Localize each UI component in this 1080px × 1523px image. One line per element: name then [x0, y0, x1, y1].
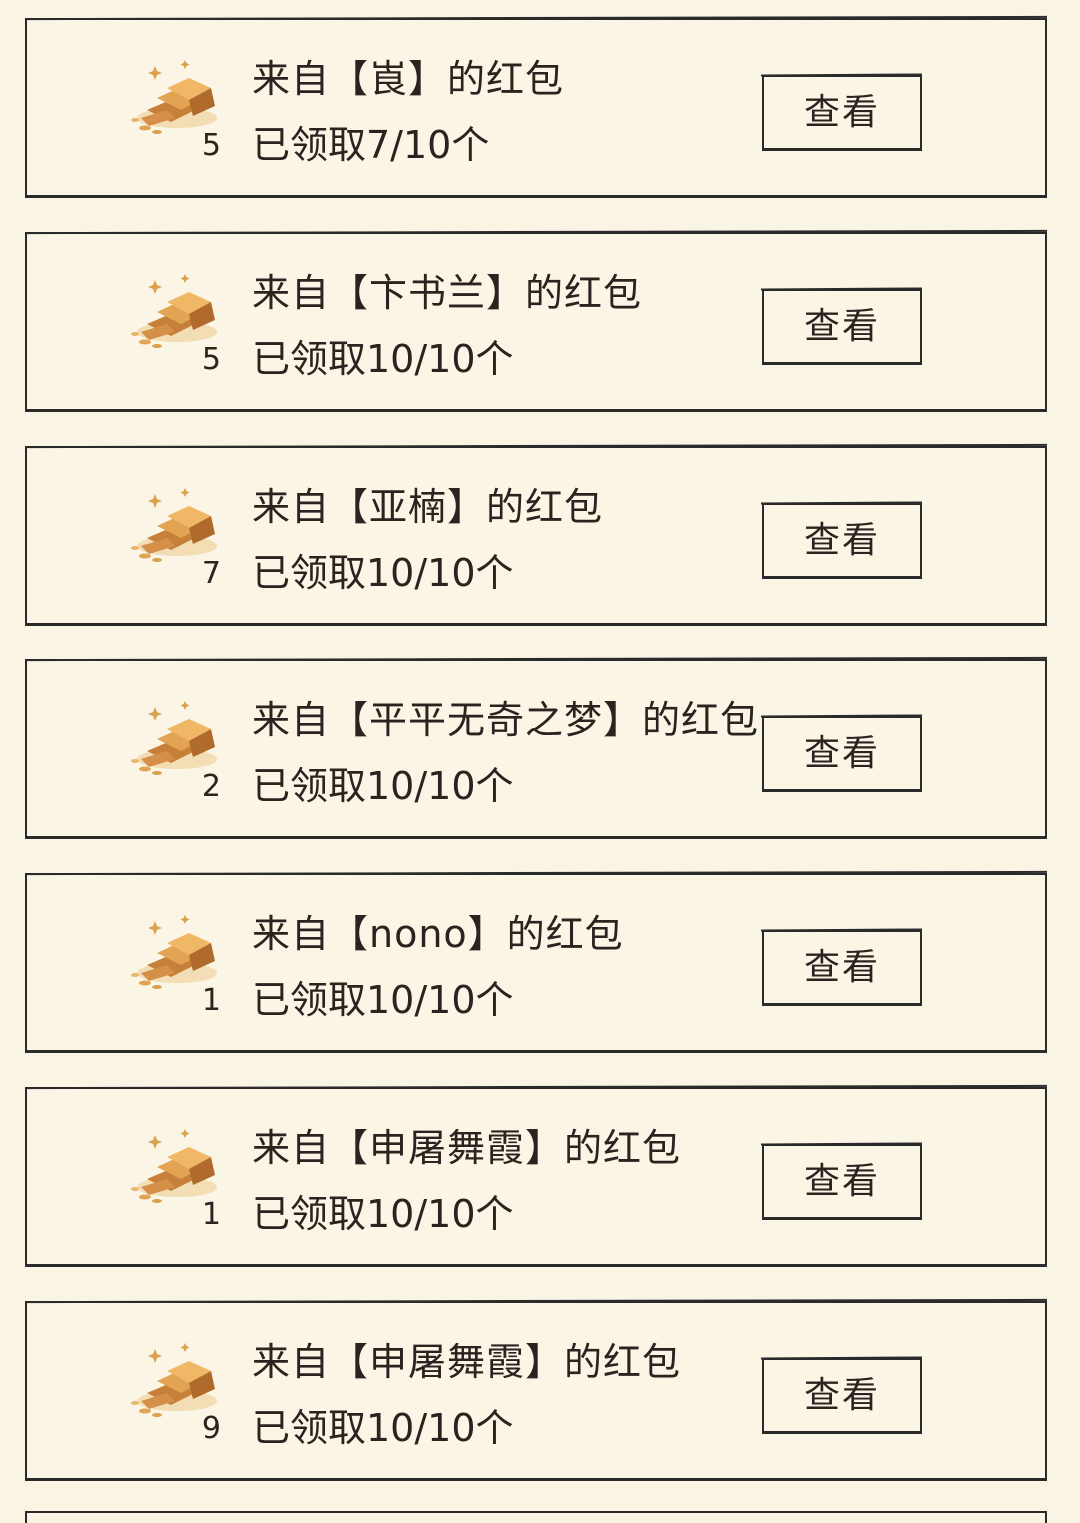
red-packet-card-partial — [25, 1511, 1047, 1523]
gold-bars-icon — [131, 488, 217, 562]
packet-count: 5 — [201, 128, 221, 163]
gold-bars-icon — [131, 915, 217, 989]
packet-status: 已领取10/10个 — [252, 1406, 514, 1450]
packet-count: 5 — [201, 342, 221, 377]
gold-bars-icon — [131, 274, 217, 348]
view-button[interactable]: 查看 — [762, 289, 922, 365]
packet-status: 已领取10/10个 — [252, 1192, 514, 1236]
gold-bars-icon — [131, 1343, 217, 1417]
red-packet-card[interactable]: 7 来自【亚楠】的红包 已领取10/10个 查看 — [25, 446, 1047, 626]
view-button[interactable]: 查看 — [762, 75, 922, 151]
packet-count: 1 — [201, 1197, 221, 1232]
red-packet-card[interactable]: 9 来自【申屠舞霞】的红包 已领取10/10个 查看 — [25, 1301, 1047, 1481]
gold-bars-icon — [131, 701, 217, 775]
red-packet-card[interactable]: 5 来自【卞书兰】的红包 已领取10/10个 查看 — [25, 232, 1047, 412]
packet-title: 来自【申屠舞霞】的红包 — [252, 1126, 682, 1170]
red-packet-card[interactable]: 1 来自【nono】的红包 已领取10/10个 查看 — [25, 873, 1047, 1053]
packet-count: 7 — [201, 556, 221, 591]
packet-status: 已领取10/10个 — [252, 978, 514, 1022]
packet-title: 来自【崀】的红包 — [252, 57, 565, 101]
packet-count: 1 — [201, 983, 221, 1018]
packet-title: 来自【亚楠】的红包 — [252, 485, 604, 529]
packet-status: 已领取10/10个 — [252, 337, 514, 381]
packet-title: 来自【申屠舞霞】的红包 — [252, 1340, 682, 1384]
packet-status: 已领取10/10个 — [252, 764, 514, 808]
view-button[interactable]: 查看 — [762, 1144, 922, 1220]
gold-bars-icon — [131, 60, 217, 134]
red-packet-card[interactable]: 5 来自【崀】的红包 已领取7/10个 查看 — [25, 18, 1047, 198]
packet-status: 已领取7/10个 — [252, 123, 490, 167]
red-packet-list: 5 来自【崀】的红包 已领取7/10个 查看 5 来自【卞书兰】的红包 已领取1… — [0, 0, 1080, 1523]
gold-bars-icon — [131, 1129, 217, 1203]
packet-title: 来自【卞书兰】的红包 — [252, 271, 643, 315]
view-button[interactable]: 查看 — [762, 1358, 922, 1434]
packet-count: 9 — [201, 1411, 221, 1446]
view-button[interactable]: 查看 — [762, 930, 922, 1006]
red-packet-card[interactable]: 2 来自【平平无奇之梦】的红包 已领取10/10个 查看 — [25, 659, 1047, 839]
red-packet-card[interactable]: 1 来自【申屠舞霞】的红包 已领取10/10个 查看 — [25, 1087, 1047, 1267]
packet-title: 来自【平平无奇之梦】的红包 — [252, 698, 760, 742]
packet-title: 来自【nono】的红包 — [252, 912, 624, 956]
view-button[interactable]: 查看 — [762, 716, 922, 792]
packet-status: 已领取10/10个 — [252, 551, 514, 595]
packet-count: 2 — [201, 769, 221, 804]
view-button[interactable]: 查看 — [762, 503, 922, 579]
